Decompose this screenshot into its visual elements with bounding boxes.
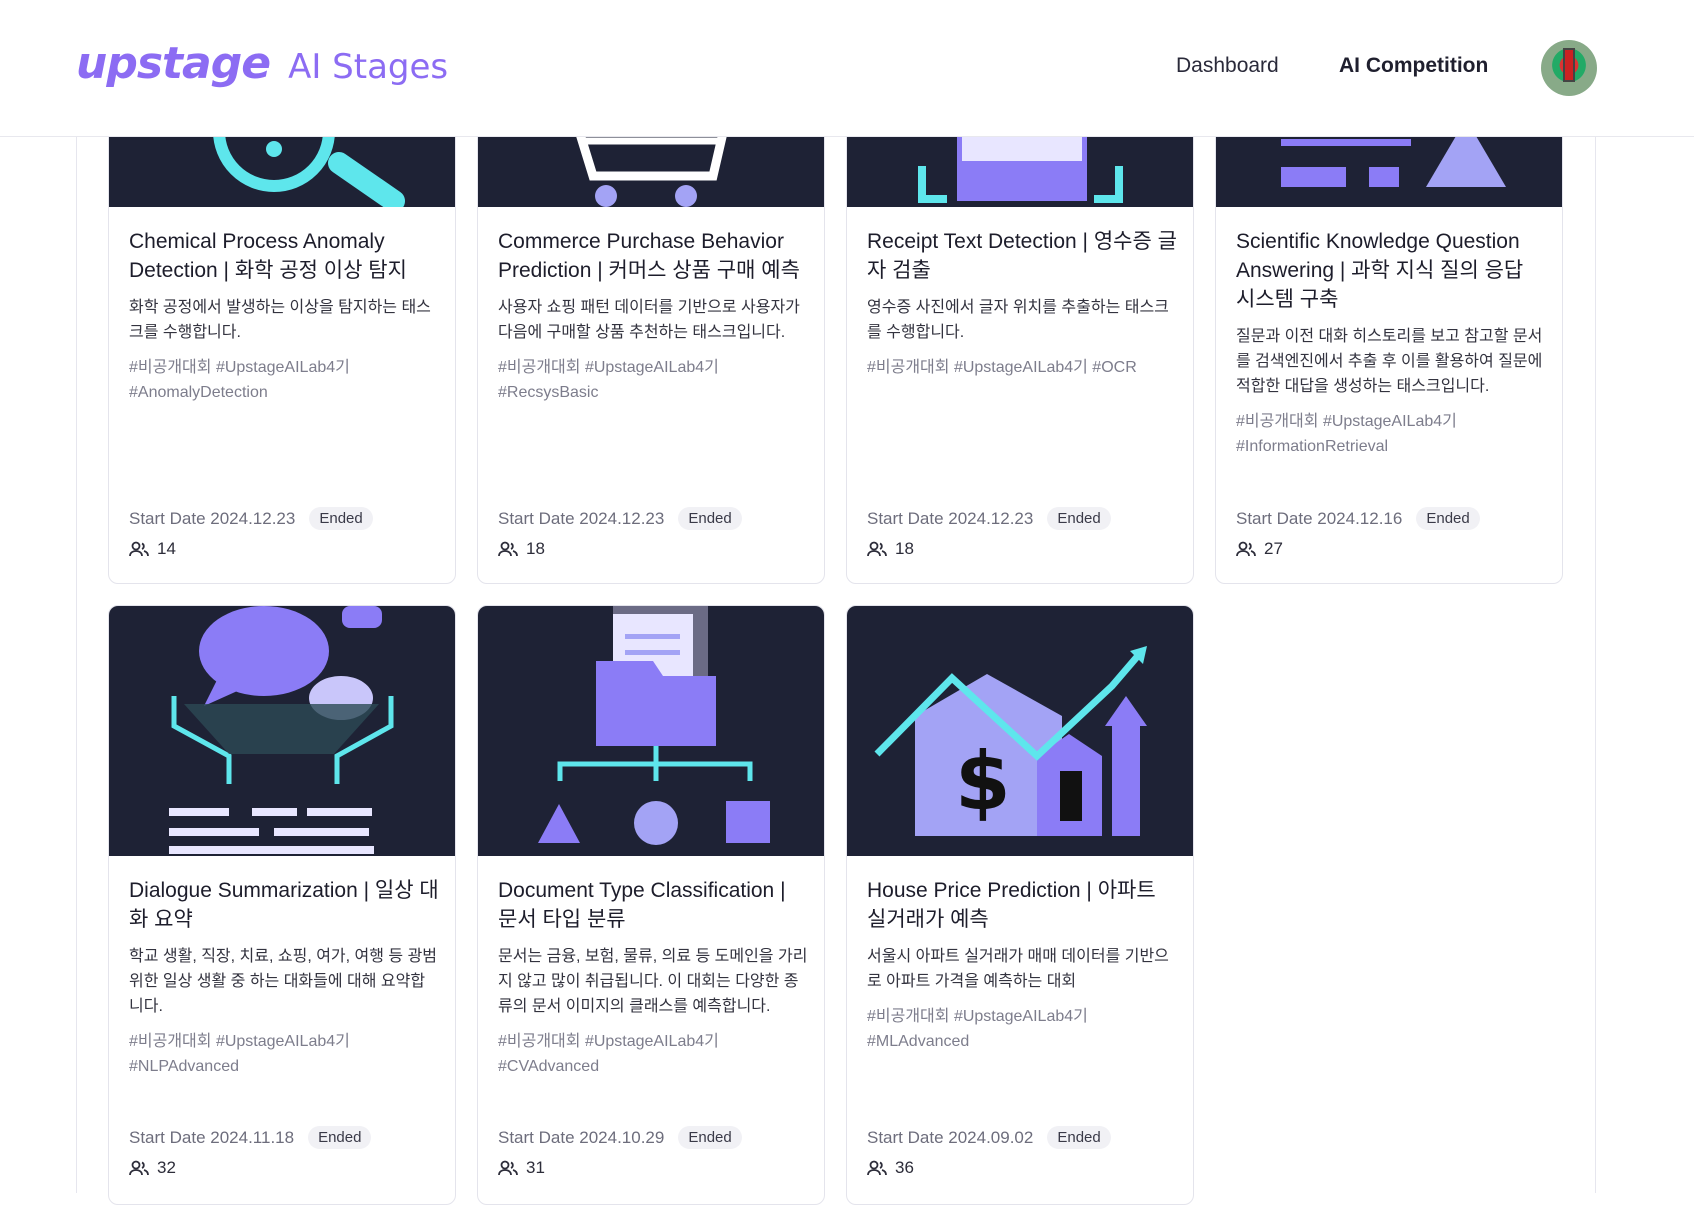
card-description: 질문과 이전 대화 히스토리를 보고 참고할 문서를 검색엔진에서 추출 후 이… <box>1236 328 1543 395</box>
upstage-logo: upstage <box>76 38 271 89</box>
start-date: Start Date 2024.09.02 <box>867 1127 1034 1147</box>
svg-text:$: $ <box>955 735 1011 828</box>
logo[interactable]: upstage AI Stages <box>76 38 448 89</box>
participant-count: 18 <box>526 539 545 558</box>
start-date: Start Date 2024.11.18 <box>129 1127 295 1147</box>
card-tags: #비공개대회 #UpstageAILab4기 #NLPAdvanced <box>129 1033 350 1075</box>
start-date: Start Date 2024.12.23 <box>867 508 1034 528</box>
users-icon <box>498 541 518 557</box>
users-icon <box>867 1160 887 1176</box>
card-thumbnail <box>109 606 455 856</box>
card-title[interactable]: House Price Prediction | 아파트 실거래가 예측 <box>867 876 1177 934</box>
card-title[interactable]: Receipt Text Detection | 영수증 글자 검출 <box>867 227 1177 285</box>
competition-card[interactable]: Dialogue Summarization | 일상 대화 요약 학교 생활,… <box>108 605 456 1205</box>
status-badge: Ended <box>1416 507 1480 530</box>
participant-count: 18 <box>895 539 914 558</box>
card-tags: #비공개대회 #UpstageAILab4기 #CVAdvanced <box>498 1033 719 1075</box>
card-thumbnail: $ <box>847 606 1193 856</box>
card-description: 서울시 아파트 실거래가 매매 데이터를 기반으로 아파트 가격을 예측하는 대… <box>867 948 1169 990</box>
card-tags: #비공개대회 #UpstageAILab4기 #OCR <box>867 359 1137 376</box>
status-badge: Ended <box>1047 1126 1111 1149</box>
logo-subtitle: AI Stages <box>288 47 449 87</box>
card-tags: #비공개대회 #UpstageAILab4기 #RecsysBasic <box>498 359 719 401</box>
start-date: Start Date 2024.12.23 <box>129 508 296 528</box>
status-badge: Ended <box>309 507 373 530</box>
card-description: 학교 생활, 직장, 치료, 쇼핑, 여가, 여행 등 광범위한 일상 생활 중… <box>129 948 438 1015</box>
users-icon <box>129 1160 149 1176</box>
participant-count: 31 <box>526 1158 545 1177</box>
participant-count: 32 <box>157 1158 176 1177</box>
card-description: 영수증 사진에서 글자 위치를 추출하는 태스크를 수행합니다. <box>867 299 1169 341</box>
start-date: Start Date 2024.12.23 <box>498 508 665 528</box>
participant-count: 36 <box>895 1158 914 1177</box>
card-tags: #비공개대회 #UpstageAILab4기 #MLAdvanced <box>867 1008 1088 1050</box>
avatar[interactable] <box>1541 40 1597 96</box>
start-date: Start Date 2024.10.29 <box>498 1127 665 1147</box>
card-tags: #비공개대회 #UpstageAILab4기 #InformationRetri… <box>1236 413 1457 455</box>
card-title[interactable]: Document Type Classification | 문서 타입 분류 <box>498 876 808 934</box>
competition-card[interactable]: Chemical Process Anomaly Detection | 화학 … <box>108 70 456 584</box>
participant-count: 27 <box>1264 539 1283 558</box>
card-description: 사용자 쇼핑 패턴 데이터를 기반으로 사용자가 다음에 구매할 상품 추천하는… <box>498 299 800 341</box>
card-thumbnail <box>478 606 824 856</box>
competition-card[interactable]: Scientific Knowledge Question Answering … <box>1215 70 1563 584</box>
competition-card[interactable]: Commerce Purchase Behavior Prediction | … <box>477 70 825 584</box>
status-badge: Ended <box>308 1126 372 1149</box>
competition-card[interactable]: Document Type Classification | 문서 타입 분류 … <box>477 605 825 1205</box>
users-icon <box>867 541 887 557</box>
participant-count: 14 <box>157 539 176 558</box>
card-description: 화학 공정에서 발생하는 이상을 탐지하는 태스크를 수행합니다. <box>129 299 431 341</box>
users-icon <box>498 1160 518 1176</box>
start-date: Start Date 2024.12.16 <box>1236 508 1403 528</box>
top-header: upstage AI Stages Dashboard AI Competiti… <box>0 0 1694 137</box>
nav-ai-competition[interactable]: AI Competition <box>1339 54 1488 78</box>
status-badge: Ended <box>678 1126 742 1149</box>
status-badge: Ended <box>678 507 742 530</box>
status-badge: Ended <box>1047 507 1111 530</box>
card-title[interactable]: Dialogue Summarization | 일상 대화 요약 <box>129 876 439 934</box>
competition-card[interactable]: $ House Price Prediction | 아파트 실거래가 예측 서… <box>846 605 1194 1205</box>
card-title[interactable]: Chemical Process Anomaly Detection | 화학 … <box>129 227 439 285</box>
users-icon <box>129 541 149 557</box>
card-tags: #비공개대회 #UpstageAILab4기 #AnomalyDetection <box>129 359 350 401</box>
nav-dashboard[interactable]: Dashboard <box>1176 54 1279 78</box>
competition-card[interactable]: Receipt Text Detection | 영수증 글자 검출 영수증 사… <box>846 70 1194 584</box>
card-title[interactable]: Commerce Purchase Behavior Prediction | … <box>498 227 808 285</box>
card-description: 문서는 금융, 보험, 물류, 의료 등 도메인을 가리지 않고 많이 취급됩니… <box>498 948 808 1015</box>
card-title[interactable]: Scientific Knowledge Question Answering … <box>1236 227 1546 314</box>
users-icon <box>1236 541 1256 557</box>
